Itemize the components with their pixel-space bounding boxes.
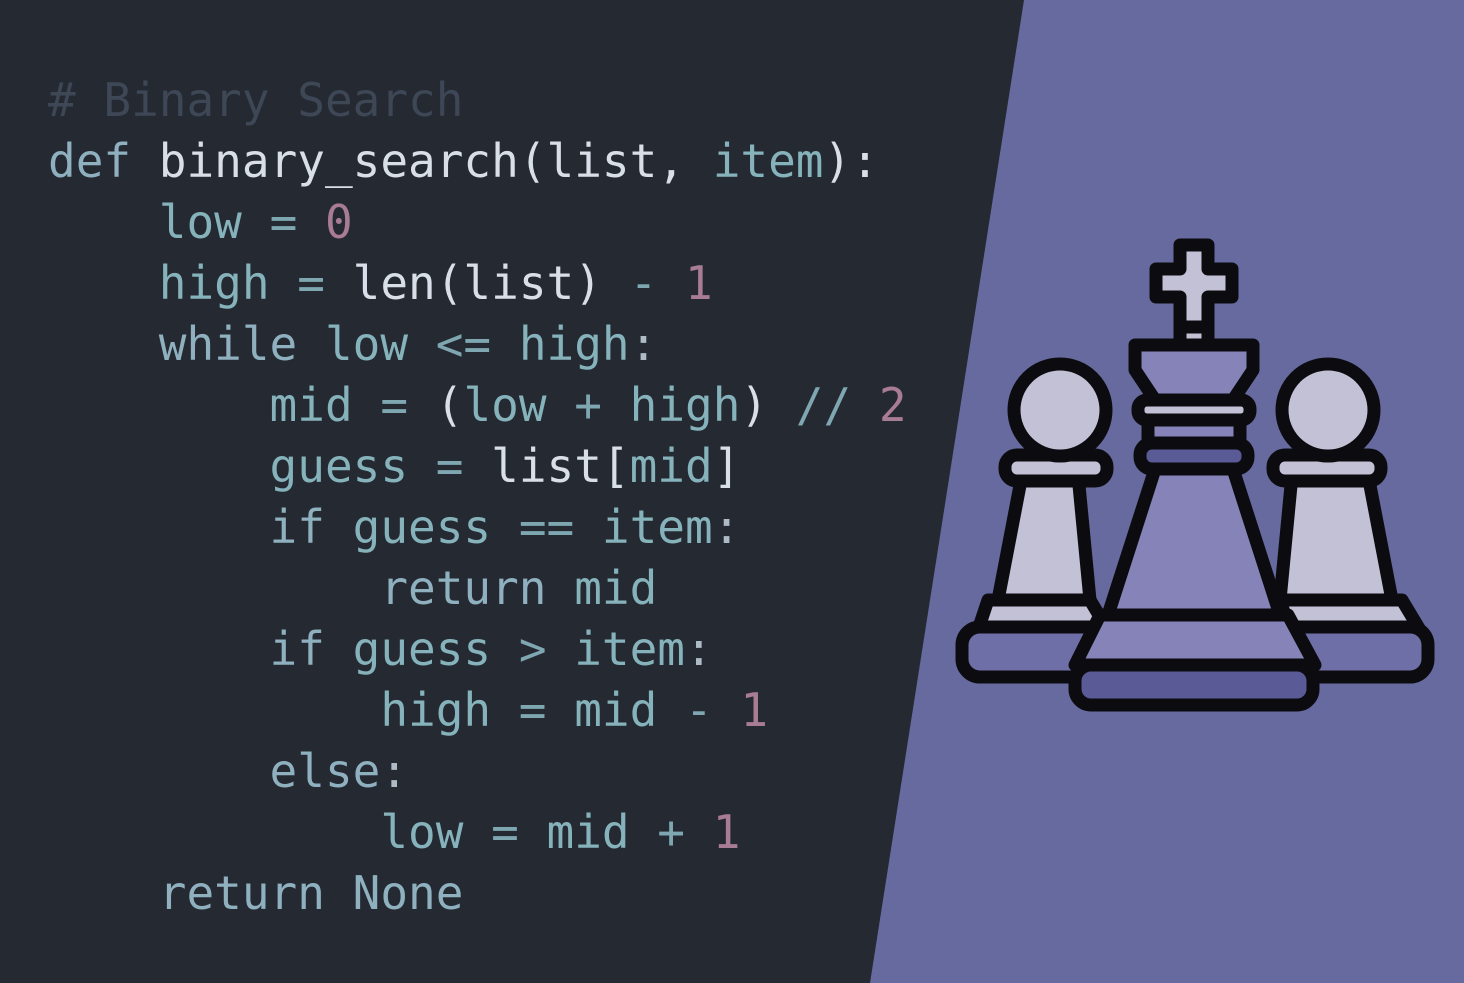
code-token-var: mid [629, 439, 713, 493]
code-token-var: mid [574, 683, 658, 737]
code-token-op: = [463, 805, 547, 859]
code-token-var: high [491, 317, 630, 371]
code-line: mid = (low + high) // 2 [48, 375, 907, 436]
code-token-op: > [518, 622, 547, 676]
chess-pieces-icon [955, 238, 1435, 712]
code-token-op: = [352, 378, 436, 432]
code-token-op: = [491, 683, 575, 737]
code-token-var: low [48, 805, 464, 859]
code-token-keyword: return [48, 561, 547, 615]
code-token-op: + [546, 378, 630, 432]
code-token-op: = [408, 439, 492, 493]
code-token-num: 0 [324, 195, 353, 249]
code-token-var: item [574, 500, 713, 554]
code-line: if guess == item: [48, 497, 907, 558]
code-token-punct: : [712, 500, 741, 554]
code-token-var: mid [546, 805, 630, 859]
code-token-punct: : [380, 744, 409, 798]
code-token-var: high [48, 683, 492, 737]
code-token-var: guess [48, 439, 409, 493]
code-token-comment: # Binary Search [48, 73, 464, 127]
code-token-var: high [629, 378, 741, 432]
code-token-name: ] [712, 439, 741, 493]
code-token-op: = [241, 195, 325, 249]
banner: # Binary Search def binary_search(list, i… [0, 0, 1464, 983]
code-token-punct: : [629, 317, 658, 371]
code-token-keyword: if [48, 500, 325, 554]
code-token-op: = [269, 256, 353, 310]
code-token-keyword: while [48, 317, 298, 371]
code-token-name: len(list) [352, 256, 602, 310]
code-line: high = mid - 1 [48, 680, 907, 741]
code-token-name: ): [823, 134, 879, 188]
code-line: # Binary Search [48, 70, 907, 131]
code-line: def binary_search(list, item): [48, 131, 907, 192]
code-token-op: == [518, 500, 575, 554]
code-token-keyword: def [48, 134, 132, 188]
code-token-op: // [768, 378, 879, 432]
code-line: else: [48, 741, 907, 802]
code-token-num: 1 [685, 256, 713, 310]
code-token-op: - [601, 256, 685, 310]
code-line: high = len(list) - 1 [48, 253, 907, 314]
code-line: return None [48, 863, 907, 924]
code-line: low = 0 [48, 192, 907, 253]
code-snippet: # Binary Search def binary_search(list, i… [48, 70, 907, 924]
code-token-var: item [546, 622, 686, 676]
code-token-keyword: if [48, 622, 325, 676]
code-token-num: 2 [878, 378, 907, 432]
code-token-var: low [48, 195, 242, 249]
code-token-op: - [657, 683, 741, 737]
code-line: while low <= high: [48, 314, 907, 375]
code-token-keyword: else [48, 744, 381, 798]
code-line: guess = list[mid] [48, 436, 907, 497]
code-token-name: binary_search(list, [131, 134, 713, 188]
code-line: low = mid + 1 [48, 802, 907, 863]
code-token-var: mid [546, 561, 658, 615]
code-line: return mid [48, 558, 907, 619]
code-token-var: guess [324, 622, 519, 676]
code-token-op: + [629, 805, 713, 859]
code-token-var: mid [48, 378, 353, 432]
code-line: if guess > item: [48, 619, 907, 680]
code-token-op: <= [435, 317, 492, 371]
code-token-const: None [324, 866, 464, 920]
code-token-name: ) [740, 378, 769, 432]
code-token-punct: : [685, 622, 713, 676]
code-token-var: low [297, 317, 436, 371]
code-token-var: item [712, 134, 824, 188]
code-token-num: 1 [740, 683, 769, 737]
code-token-name: ( [435, 378, 464, 432]
code-token-name: list[ [491, 439, 630, 493]
code-token-keyword: return [48, 866, 325, 920]
code-token-var: high [48, 256, 270, 310]
code-token-var: guess [324, 500, 519, 554]
code-token-var: low [463, 378, 547, 432]
code-token-num: 1 [712, 805, 741, 859]
